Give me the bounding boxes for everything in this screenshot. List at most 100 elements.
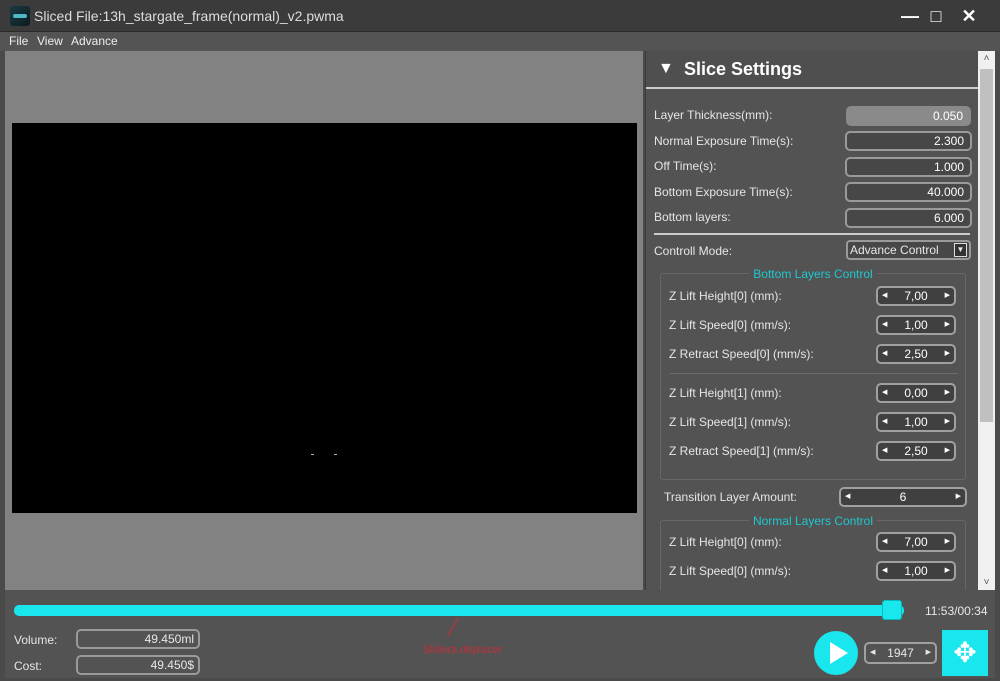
- increment-arrow-icon[interactable]: ▶: [945, 346, 950, 362]
- increment-arrow-icon[interactable]: ▶: [926, 644, 931, 662]
- setting-value: 1,00: [904, 564, 928, 578]
- decrement-arrow-icon[interactable]: ◀: [870, 644, 875, 662]
- setting-label: Z Lift Height[0] (mm):: [669, 535, 782, 549]
- decrement-arrow-icon[interactable]: ◀: [882, 534, 887, 550]
- title-bar: Sliced File:13h_stargate_frame(normal)_v…: [0, 0, 1000, 32]
- group-title: Normal Layers Control: [661, 514, 965, 528]
- collapse-triangle-icon: ▼: [658, 60, 674, 77]
- setting-value: 2,50: [904, 347, 928, 361]
- increment-arrow-icon[interactable]: ▶: [945, 385, 950, 401]
- setting-label: Z Lift Speed[1] (mm/s):: [669, 415, 792, 429]
- control-mode-label: Controll Mode:: [654, 244, 733, 258]
- setting-spinner[interactable]: ◀ 1,00 ▶: [876, 412, 956, 432]
- setting-value: 1,00: [904, 415, 928, 429]
- layer-slider-track[interactable]: [14, 605, 904, 616]
- control-mode-select[interactable]: Advance Control ▼: [846, 240, 971, 260]
- menu-advance[interactable]: Advance: [71, 34, 118, 48]
- setting-label: Z Lift Height[1] (mm):: [669, 386, 782, 400]
- slice-pixel: [334, 454, 337, 455]
- divider: [654, 233, 970, 235]
- setting-spinner[interactable]: ◀ 2,50 ▶: [876, 441, 956, 461]
- setting-spinner[interactable]: ◀ 7,00 ▶: [876, 532, 956, 552]
- decrement-arrow-icon[interactable]: ◀: [882, 346, 887, 362]
- increment-arrow-icon[interactable]: ▶: [956, 489, 961, 505]
- off-time-label: Off Time(s):: [654, 159, 717, 173]
- setting-value: 1,00: [904, 318, 928, 332]
- layer-spinner[interactable]: ◀ 1947 ▶: [864, 642, 937, 664]
- maximize-button[interactable]: □: [923, 4, 949, 28]
- panel-header[interactable]: ▼ Slice Settings: [646, 51, 978, 89]
- setting-value: 7,00: [904, 289, 928, 303]
- annotation-text: Slidera déplacer: [423, 644, 503, 656]
- move-arrows-icon[interactable]: ✥: [942, 630, 988, 676]
- app-icon: [10, 6, 30, 26]
- scroll-up-icon[interactable]: ˄: [978, 53, 995, 64]
- group-title: Bottom Layers Control: [661, 267, 965, 281]
- divider: [670, 373, 958, 374]
- panel-scrollbar[interactable]: ˄ ˅: [978, 51, 995, 590]
- normal-exposure-label: Normal Exposure Time(s):: [654, 134, 794, 148]
- setting-spinner[interactable]: ◀ 1,00 ▶: [876, 315, 956, 335]
- play-button[interactable]: [814, 631, 858, 675]
- increment-arrow-icon[interactable]: ▶: [945, 317, 950, 333]
- setting-value: 7,00: [904, 535, 928, 549]
- increment-arrow-icon[interactable]: ▶: [945, 414, 950, 430]
- decrement-arrow-icon[interactable]: ◀: [882, 443, 887, 459]
- setting-label: Z Lift Height[0] (mm):: [669, 289, 782, 303]
- setting-spinner[interactable]: ◀ 0,00 ▶: [876, 383, 956, 403]
- window-title: Sliced File:13h_stargate_frame(normal)_v…: [34, 8, 344, 24]
- scrollbar-thumb[interactable]: [980, 69, 993, 422]
- menu-file[interactable]: File: [9, 34, 28, 48]
- setting-label: Z Retract Speed[1] (mm/s):: [669, 444, 814, 458]
- annotation-arrow: [446, 618, 474, 636]
- menu-view[interactable]: View: [37, 34, 63, 48]
- transition-value: 6: [899, 490, 907, 504]
- close-button[interactable]: ✕: [956, 4, 982, 28]
- setting-label: Z Lift Speed[0] (mm/s):: [669, 564, 792, 578]
- transition-spinner[interactable]: ◀ 6 ▶: [839, 487, 967, 507]
- cost-value: 49.450$: [76, 655, 200, 675]
- decrement-arrow-icon[interactable]: ◀: [882, 414, 887, 430]
- cost-label: Cost:: [14, 659, 43, 673]
- slice-pixel: [311, 454, 314, 455]
- increment-arrow-icon[interactable]: ▶: [945, 288, 950, 304]
- setting-label: Z Retract Speed[0] (mm/s):: [669, 347, 814, 361]
- volume-label: Volume:: [14, 633, 58, 647]
- bottom-layers-label: Bottom layers:: [654, 210, 731, 224]
- layer-slider-handle[interactable]: [882, 600, 903, 620]
- setting-spinner[interactable]: ◀ 2,50 ▶: [876, 344, 956, 364]
- bottom-layers-field[interactable]: 6.000: [845, 208, 972, 228]
- decrement-arrow-icon[interactable]: ◀: [845, 489, 850, 505]
- bottom-exposure-label: Bottom Exposure Time(s):: [654, 185, 793, 199]
- setting-label: Z Lift Speed[0] (mm/s):: [669, 318, 792, 332]
- layer-value: 1947: [887, 646, 914, 660]
- volume-value: 49.450ml: [76, 629, 200, 649]
- chevron-down-icon: ▼: [954, 243, 967, 257]
- normal-exposure-field[interactable]: 2.300: [845, 131, 972, 151]
- layer-thickness-field: 0.050: [846, 106, 971, 126]
- layer-thickness-label: Layer Thickness(mm):: [654, 108, 773, 122]
- increment-arrow-icon[interactable]: ▶: [945, 534, 950, 550]
- control-mode-value: Advance Control: [850, 243, 939, 257]
- setting-value: 2,50: [904, 444, 928, 458]
- panel-title: Slice Settings: [684, 59, 803, 79]
- decrement-arrow-icon[interactable]: ◀: [882, 385, 887, 401]
- setting-value: 0,00: [904, 386, 928, 400]
- decrement-arrow-icon[interactable]: ◀: [882, 288, 887, 304]
- print-time: 11:53/00:34: [925, 604, 988, 618]
- decrement-arrow-icon[interactable]: ◀: [882, 317, 887, 333]
- off-time-field[interactable]: 1.000: [845, 157, 972, 177]
- bottom-exposure-field[interactable]: 40.000: [845, 182, 972, 202]
- slice-canvas[interactable]: [12, 123, 637, 513]
- minimize-button[interactable]: —: [897, 4, 923, 28]
- slice-settings-panel: ▼ Slice Settings Layer Thickness(mm): 0.…: [645, 51, 978, 590]
- scroll-down-icon[interactable]: ˅: [978, 577, 995, 588]
- increment-arrow-icon[interactable]: ▶: [945, 443, 950, 459]
- increment-arrow-icon[interactable]: ▶: [945, 563, 950, 579]
- menu-bar: File View Advance: [0, 32, 1000, 51]
- decrement-arrow-icon[interactable]: ◀: [882, 563, 887, 579]
- bottom-bar: 11:53/00:34 Volume: 49.450ml Cost: 49.45…: [5, 590, 995, 678]
- setting-spinner[interactable]: ◀ 7,00 ▶: [876, 286, 956, 306]
- preview-viewport: [5, 51, 643, 590]
- setting-spinner[interactable]: ◀ 1,00 ▶: [876, 561, 956, 581]
